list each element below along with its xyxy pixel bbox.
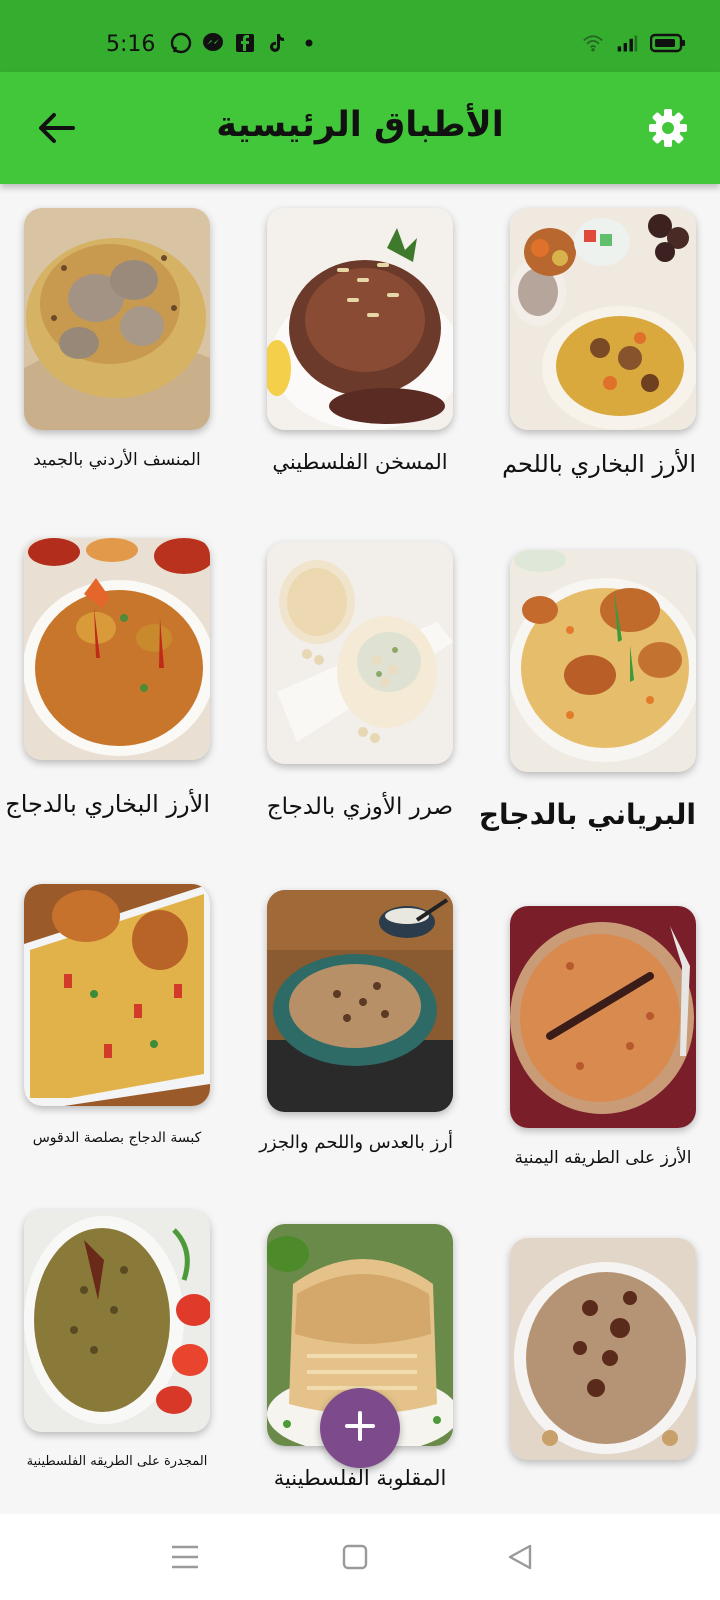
battery-icon [650,32,686,54]
dish-label: المسخن الفلسطيني [272,450,448,474]
dish-label: الأرز البخاري باللحم [502,450,696,478]
square-icon [342,1544,368,1574]
whatsapp-icon [170,32,192,54]
dish-card-kabsa-daqoos[interactable]: كبسة الدجاج بصلصة الدقوس [24,884,210,1146]
dish-label: البرياني بالدجاج [478,798,696,831]
dish-label: الأرز على الطريقه اليمنية [514,1148,692,1168]
add-dish-fab[interactable] [320,1388,400,1468]
dish-label: المجدرة على الطريقه الفلسطينية [26,1454,208,1469]
settings-button[interactable] [644,106,692,154]
dishes-grid: الأرز البخاري باللحم المسخن الفلسطيني ال… [0,184,720,1514]
status-time: 5:16 [106,32,156,57]
dish-image [510,1238,696,1460]
dish-card-bukhari-meat[interactable]: الأرز البخاري باللحم [502,208,696,478]
dish-card-yemeni-rice[interactable]: الأرز على الطريقه اليمنية [510,906,696,1168]
dish-card-biryani-chicken[interactable]: البرياني بالدجاج [478,550,696,831]
dish-image [24,538,210,760]
dish-card-lentil-rice[interactable]: أرز بالعدس واللحم والجزر [259,890,453,1153]
triangle-back-icon [506,1543,534,1575]
dish-image [267,542,453,764]
facebook-icon [234,32,256,54]
menu-lines-icon [170,1544,200,1574]
system-status-icons [582,32,686,54]
dish-image [24,884,210,1106]
more-notifications-dot-icon [298,32,320,54]
app-bar: الأطباق الرئيسية [0,72,720,184]
dish-image [24,208,210,430]
dish-image [267,890,453,1112]
dish-image [510,550,696,772]
plus-icon [343,1409,377,1447]
dish-label: المنسف الأردني بالجميد [33,450,201,470]
dish-label: صرر الأوزي بالدجاج [266,794,453,820]
notification-icons [170,32,320,54]
dish-card-musakhan[interactable]: المسخن الفلسطيني [267,208,453,474]
dish-card-mujaddara[interactable]: المجدرة على الطريقه الفلسطينية [24,1210,210,1469]
home-button[interactable] [340,1544,370,1574]
dish-card-surar-ouzi[interactable]: صرر الأوزي بالدجاج [267,542,453,820]
dish-label: أرز بالعدس واللحم والجزر [259,1132,453,1153]
recents-button[interactable] [170,1544,200,1574]
tiktok-icon [266,32,288,54]
system-back-button[interactable] [505,1544,535,1574]
dish-label: كبسة الدجاج بصلصة الدقوس [32,1130,202,1146]
dish-label: الأرز البخاري بالدجاج [5,790,210,818]
messenger-icon [202,32,224,54]
dish-card-rice-meat[interactable] [510,1238,696,1480]
page-title: الأطباق الرئيسية [216,105,504,145]
system-nav-bar [0,1514,720,1600]
dish-image [510,208,696,430]
signal-icon [616,32,638,54]
dish-card-bukhari-chicken[interactable]: الأرز البخاري بالدجاج [5,538,210,818]
dish-image [267,208,453,430]
wifi-icon [582,32,604,54]
dish-card-mansaf[interactable]: المنسف الأردني بالجميد [24,208,210,470]
dish-image [510,906,696,1128]
gear-icon [648,108,688,152]
dish-image [24,1210,210,1432]
status-bar: 5:16 [0,0,720,72]
dish-label: المقلوبة الفلسطينية [273,1466,447,1490]
